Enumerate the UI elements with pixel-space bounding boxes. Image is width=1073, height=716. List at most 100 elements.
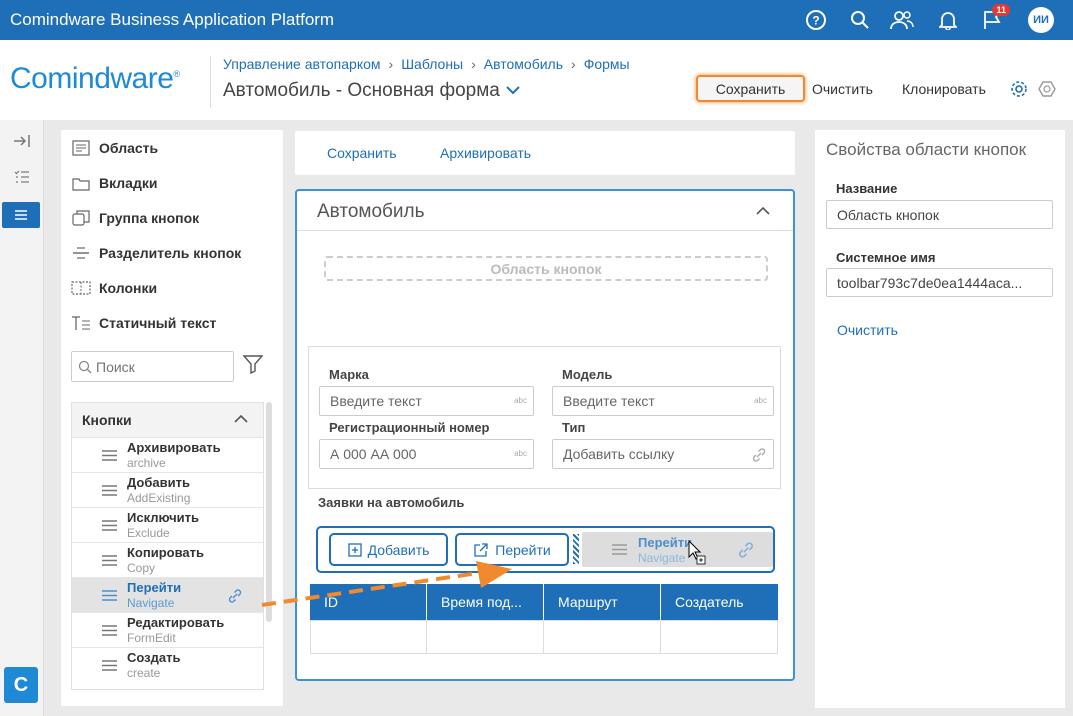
dragged-button-ghost: Перейти Navigate (582, 532, 773, 567)
users-icon[interactable] (888, 6, 916, 34)
drop-indicator (573, 534, 579, 564)
name-field[interactable]: Область кнопок (826, 200, 1053, 229)
breadcrumb-item[interactable]: Автомобиль (484, 56, 563, 72)
chevron-up-icon (234, 414, 248, 423)
column-header[interactable]: ID (310, 584, 427, 620)
palette-item-columns[interactable]: Колонки (71, 276, 157, 300)
gear-icon[interactable] (1010, 80, 1028, 101)
search-icon (78, 360, 92, 373)
form-title-bar[interactable]: Автомобиль (297, 191, 793, 231)
type-field[interactable]: Добавить ссылку (552, 439, 774, 469)
brand-field[interactable]: Введите текст abc (319, 386, 534, 416)
button-system-name: FormEdit (127, 631, 176, 645)
button-system-name: Navigate (127, 596, 175, 610)
form-area: Автомобиль Область кнопок Марка Введите … (295, 189, 795, 681)
button-name: Редактировать (127, 615, 225, 630)
fields-container: Марка Введите текст abc Модель Введите те… (308, 346, 781, 489)
search-input[interactable] (96, 358, 226, 375)
area-icon (71, 140, 91, 156)
chevron-down-icon (506, 86, 520, 95)
column-header[interactable]: Время под... (427, 584, 544, 620)
breadcrumb-item[interactable]: Шаблоны (401, 56, 463, 72)
toolbar-archive-button[interactable]: Архивировать (440, 145, 531, 161)
column-header[interactable]: Создатель (661, 584, 778, 620)
palette-item-label: Группа кнопок (99, 210, 200, 226)
button-name: Копировать (127, 545, 205, 560)
palette-item-label: Область (99, 140, 159, 156)
logo-registered-mark: ® (173, 69, 180, 79)
model-field[interactable]: Введите текст abc (552, 386, 774, 416)
button-area-dropzone[interactable]: Область кнопок (324, 256, 768, 281)
list-icon (102, 660, 117, 671)
palette-item-static-text[interactable]: Статичный текст (71, 311, 216, 335)
left-rail (0, 120, 44, 716)
list-item[interactable]: Исключить Exclude (72, 507, 263, 542)
type-label: Тип (562, 420, 586, 435)
list-item[interactable]: Редактировать FormEdit (72, 612, 263, 647)
brand-placeholder: Введите текст (330, 393, 422, 409)
button-name: Исключить (127, 510, 200, 525)
list-item[interactable]: Копировать Copy (72, 542, 263, 577)
subtable-navigate-button[interactable]: Перейти (455, 533, 569, 566)
collapse-panel-icon[interactable] (0, 126, 44, 156)
flag-icon[interactable]: 11 (978, 4, 1010, 34)
buttons-group: Кнопки Архивировать archive Добавить AddExi… (71, 402, 264, 690)
palette-item-button-separator[interactable]: Разделитель кнопок (71, 241, 241, 265)
external-link-icon (474, 542, 488, 557)
list-item[interactable]: Создать create (72, 647, 263, 682)
properties-panel: Свойства области кнопок Название Область… (815, 130, 1065, 708)
logo-text: Comindware (10, 62, 174, 95)
buttons-list: Архивировать archive Добавить AddExisting Ис… (72, 437, 263, 682)
palette-item-area[interactable]: Область (71, 136, 158, 160)
columns-icon (71, 281, 91, 295)
header-clear-button[interactable]: Очистить (812, 81, 873, 97)
subtable: ID Время под... Маршрут Создатель (310, 584, 778, 654)
button-group-icon (71, 210, 91, 226)
header-clone-button[interactable]: Клонировать (902, 81, 986, 97)
column-header[interactable]: Маршрут (544, 584, 661, 620)
button-name: Создать (127, 650, 181, 665)
diamond-settings-icon[interactable] (1038, 80, 1056, 101)
button-separator-icon (71, 245, 91, 261)
toolbar-save-button[interactable]: Сохранить (327, 145, 397, 161)
reg-number-field[interactable]: А 000 АА 000 abc (319, 439, 534, 469)
header-divider (210, 56, 211, 108)
page-title[interactable]: Автомобиль - Основная форма (223, 80, 521, 102)
app-launcher-icon[interactable]: C (4, 667, 38, 703)
breadcrumb-item[interactable]: Формы (584, 56, 630, 72)
drag-cursor-icon (688, 540, 706, 565)
list-icon (102, 625, 117, 636)
subtable-add-button[interactable]: Добавить (329, 533, 448, 566)
search-field[interactable] (71, 351, 234, 382)
plus-box-icon (347, 542, 362, 557)
sysname-field[interactable]: toolbar793c7de0ea1444aca... (826, 268, 1053, 297)
list-item[interactable]: Добавить AddExisting (72, 472, 263, 507)
model-label: Модель (562, 367, 613, 382)
palette-scrollbar[interactable] (266, 402, 272, 622)
checklist-icon[interactable] (0, 162, 44, 192)
button-system-name: AddExisting (127, 491, 191, 505)
table-cell (544, 621, 661, 653)
palette-item-tabs[interactable]: Вкладки (71, 171, 157, 195)
menu-list-icon[interactable] (2, 202, 40, 228)
name-label: Название (836, 181, 898, 196)
buttons-group-header[interactable]: Кнопки (72, 403, 263, 437)
type-placeholder: Добавить ссылку (563, 446, 675, 462)
form-toolbar: Сохранить Архивировать (295, 131, 795, 175)
list-icon (102, 520, 117, 531)
bell-icon[interactable] (934, 6, 962, 34)
list-item[interactable]: Перейти Navigate (72, 577, 263, 612)
palette-item-button-group[interactable]: Группа кнопок (71, 206, 199, 230)
text-type-icon: abc (754, 396, 767, 405)
form-title: Автомобиль (317, 201, 425, 222)
header-save-button[interactable]: Сохранить (696, 75, 805, 102)
search-icon[interactable] (846, 6, 874, 34)
breadcrumb-item[interactable]: Управление автопарком (223, 56, 381, 72)
text-type-icon: abc (514, 396, 527, 405)
clear-link[interactable]: Очистить (837, 322, 898, 338)
filter-icon[interactable] (242, 354, 264, 377)
user-avatar[interactable]: ИИ (1028, 7, 1054, 33)
chevron-up-icon[interactable] (755, 204, 771, 218)
list-item[interactable]: Архивировать archive (72, 437, 263, 472)
help-icon[interactable]: ? (802, 6, 830, 34)
